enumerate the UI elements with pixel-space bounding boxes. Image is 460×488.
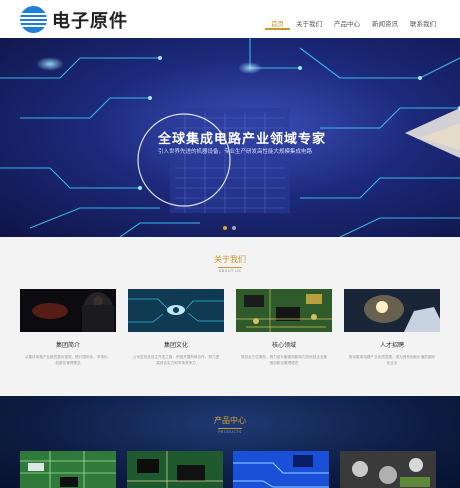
- logo-icon[interactable]: [20, 6, 47, 33]
- product-item-4[interactable]: [340, 451, 436, 488]
- products-divider: [218, 428, 242, 429]
- about-subtitle: ABOUT US: [218, 269, 242, 273]
- logo-text[interactable]: 电子原件: [52, 7, 128, 33]
- card-title-jobs: 人才招聘: [379, 342, 404, 349]
- card-desc-culture: 公司坚持走自主开发之路，积极开展科研合作，努力提高综合实力和市场竞争力: [132, 355, 220, 365]
- products-title: 产品中心: [214, 416, 246, 425]
- about-divider: [218, 267, 242, 268]
- site-header: 电子原件 首页 关于我们 产品中心 新闻资讯 联系我们: [0, 0, 460, 38]
- hero-subtitle: 引入世界先进的机器设备，专业生产研发高性能大规模集成电路: [158, 149, 313, 155]
- card-title-intro: 集团简介: [55, 342, 80, 349]
- product-item-3[interactable]: [233, 451, 329, 488]
- slider-dots: [223, 226, 236, 230]
- product-item-2[interactable]: [127, 451, 223, 488]
- about-card-culture[interactable]: 集团文化 公司坚持走自主开发之路，积极开展科研合作，努力提高综合实力和市场竞争力: [128, 289, 224, 366]
- about-card-core[interactable]: 核心领域 提供全方位服务，致力成为集团和影响力的科技企业集团创新化管理理念: [236, 289, 332, 366]
- card-image-jobs: [344, 289, 440, 332]
- card-title-core: 核心领域: [271, 342, 296, 349]
- card-image-intro: [20, 289, 116, 332]
- nav-contact[interactable]: 联系我们: [404, 14, 442, 30]
- card-desc-core: 提供全方位服务，致力成为集团和影响力的科技企业集团创新化管理理念: [240, 355, 328, 365]
- products-section: 产品中心 PRODUCTS: [0, 396, 460, 488]
- hero-title: 全球集成电路产业领域专家: [158, 132, 327, 147]
- nav-about[interactable]: 关于我们: [290, 14, 328, 30]
- card-image-culture: [128, 289, 224, 332]
- card-desc-intro: 从集成电路产业链的整合视角，践行国际化、市场化、创新化管理理念: [24, 355, 112, 365]
- card-desc-jobs: 推动集成电路产业优质发展，成为具有创新价值的国际化企业: [348, 355, 436, 365]
- nav-home[interactable]: 首页: [265, 14, 290, 30]
- hero-banner[interactable]: 全球集成电路产业领域专家 引入世界先进的机器设备，专业生产研发高性能大规模集成电…: [0, 38, 460, 237]
- card-title-culture: 集团文化: [163, 342, 188, 349]
- slider-dot-2[interactable]: [232, 226, 236, 230]
- about-section: 关于我们 ABOUT US 集团简介 从集成电路产业链的整合视角，践行国际化、市…: [0, 237, 460, 396]
- product-item-1[interactable]: [20, 451, 116, 488]
- about-card-intro[interactable]: 集团简介 从集成电路产业链的整合视角，践行国际化、市场化、创新化管理理念: [20, 289, 116, 366]
- card-image-core: [236, 289, 332, 332]
- about-title: 关于我们: [214, 255, 246, 264]
- products-subtitle: PRODUCTS: [218, 430, 242, 434]
- about-card-jobs[interactable]: 人才招聘 推动集成电路产业优质发展，成为具有创新价值的国际化企业: [344, 289, 440, 366]
- slider-dot-1[interactable]: [223, 226, 227, 230]
- nav-news[interactable]: 新闻资讯: [366, 14, 404, 30]
- main-nav: 首页 关于我们 产品中心 新闻资讯 联系我们: [265, 14, 442, 30]
- nav-products[interactable]: 产品中心: [328, 14, 366, 30]
